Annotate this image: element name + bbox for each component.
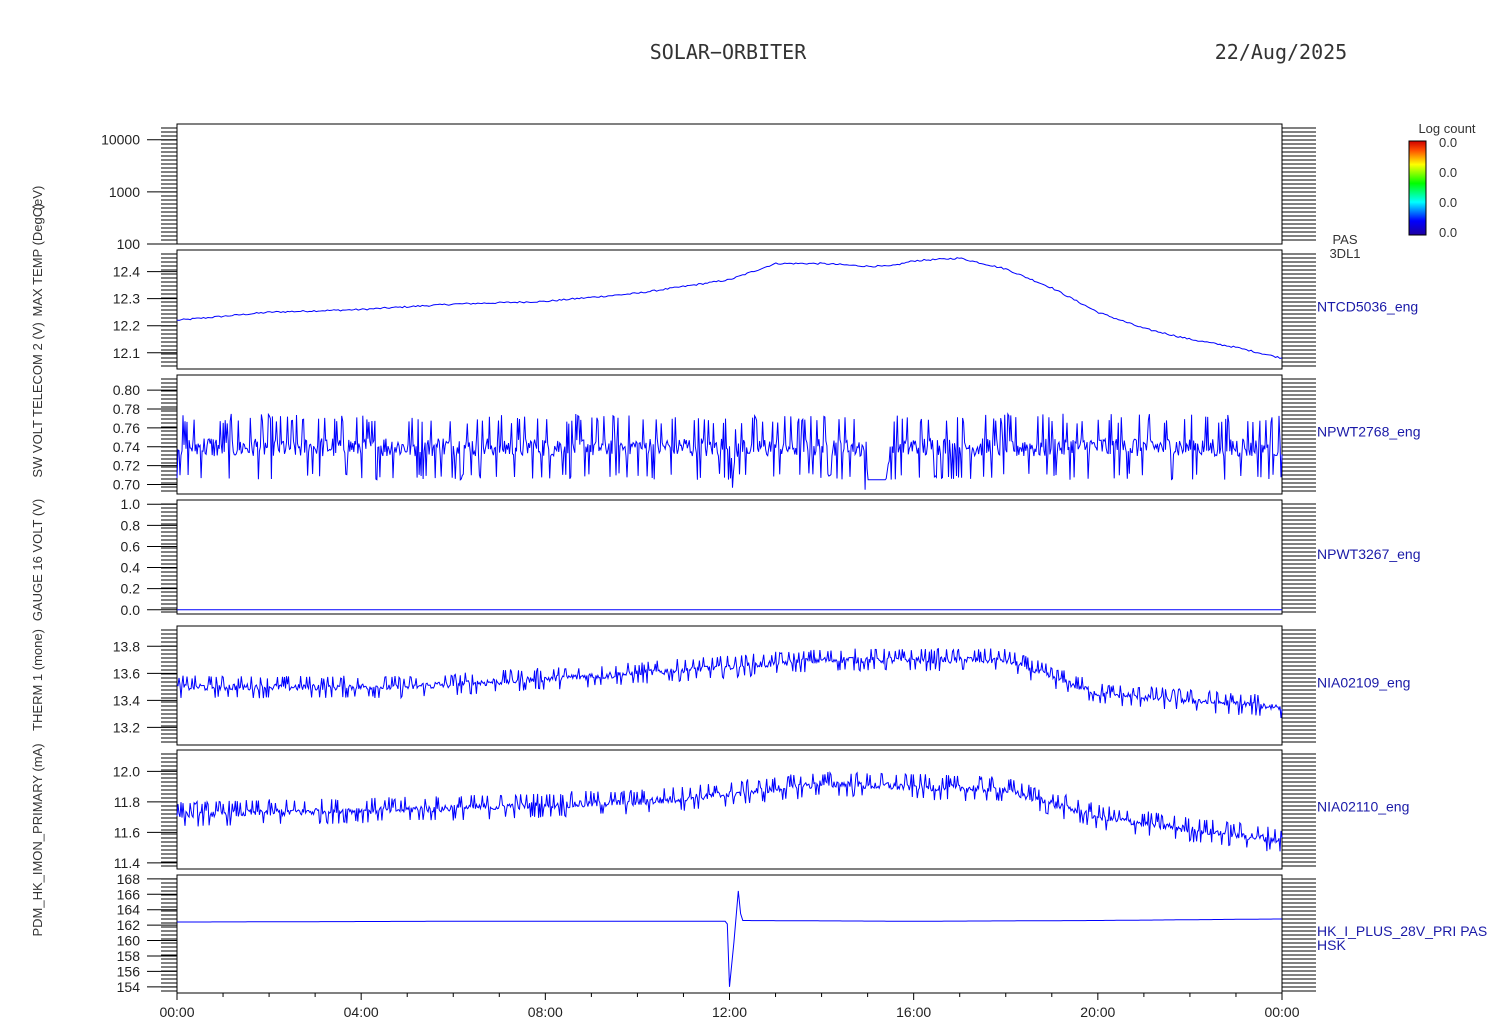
colorbar-title: Log count [1418,121,1475,136]
colorbar-tick: 0.0 [1439,165,1457,180]
chart-canvas: SOLAR−ORBITER 22/Aug/2025 Log count 0.0 … [30,40,1488,1020]
x-tick-label: 08:00 [528,1004,563,1020]
colorbar-gradient [1408,140,1427,236]
panel-frame [176,499,1283,615]
panel-2: 0.80 0.78 0.76 0.74 0.72 0.70 NPWT2768_eng [113,374,1421,495]
colorbar-tick: 0.0 [1439,195,1457,210]
ylabel-temperature: MAX TEMP (DegC) [30,204,45,317]
panel-5: 12.0 11.8 11.6 11.4 NIA02110_eng [113,749,1409,871]
series-label: NPWT3267_eng [1317,546,1421,562]
ylabel-stack: (eV) MAX TEMP (DegC) SW VOLT TELECOM 2 (… [30,186,45,937]
series-label: NTCD5036_eng [1317,299,1418,315]
y-tick-label: 0.72 [113,458,140,474]
x-tick-label: 04:00 [344,1004,379,1020]
series-label: 3DL1 [1329,246,1360,261]
y-tick-label: 100 [117,236,141,252]
x-tick-label: 20:00 [1080,1004,1115,1020]
y-tick-label: 0.78 [113,401,140,417]
y-tick-label: 162 [117,917,141,933]
y-tick-label: 12.0 [113,763,140,779]
panel-stack: 10000 1000 100 PAS3DL1 12.4 12.3 12.2 12.1 NTCD5… [101,123,1488,995]
plot-date: 22/Aug/2025 [1215,40,1347,64]
y-tick-label: 11.6 [114,824,140,840]
y-tick-label: 158 [117,948,141,964]
y-tick-label: 11.4 [114,855,140,871]
colorbar-tick: 0.0 [1439,135,1457,150]
ylabel-thermistor: THERM 1 (mone) [30,629,45,731]
time-axis: 00:00 04:00 08:00 12:00 16:00 20:00 00:00 [159,993,1300,1020]
series-label: HSK [1317,937,1346,953]
y-tick-label: 0.4 [121,560,141,576]
series-trace [177,890,1282,987]
x-tick-label: 12:00 [712,1004,747,1020]
y-tick-label: 0.6 [121,538,141,554]
series-label: NPWT2768_eng [1317,424,1421,440]
y-tick-label: 12.1 [113,345,140,361]
y-tick-label: 13.6 [113,665,140,681]
y-tick-label: 13.2 [113,719,140,735]
series-label: NIA02110_eng [1317,799,1409,815]
ylabel-telecom-voltage: SW VOLT TELECOM 2 (V) [30,322,45,477]
series-trace [176,257,1283,359]
y-tick-label: 12.3 [113,291,140,307]
y-tick-label: 154 [117,979,141,995]
y-tick-label: 0.70 [113,477,140,493]
series-trace [176,647,1283,718]
y-tick-label: 0.2 [121,581,141,597]
x-tick-label: 00:00 [1264,1004,1299,1020]
y-tick-label: 0.74 [113,439,140,455]
panel-1: 12.4 12.3 12.2 12.1 NTCD5036_eng [113,249,1418,370]
y-tick-label: 13.4 [113,692,140,708]
panel-frame [176,374,1283,495]
y-tick-label: 1.0 [121,496,141,512]
y-tick-label: 156 [117,963,141,979]
series-trace [176,770,1283,852]
y-tick-label: 0.80 [113,382,140,398]
y-tick-label: 0.0 [121,602,141,618]
y-tick-label: 12.2 [113,318,140,334]
y-tick-label: 168 [117,871,141,887]
y-tick-label: 0.76 [113,420,140,436]
y-tick-label: 1000 [109,184,140,200]
ylabel-primary-current: PDM_HK_IMON_PRIMARY (mA) [30,743,45,936]
y-tick-label: 164 [117,902,141,918]
y-tick-label: 11.8 [114,794,140,810]
panel-4: 13.8 13.6 13.4 13.2 NIA02109_eng [113,625,1410,746]
y-tick-label: 13.8 [113,638,140,654]
series-label: PAS [1332,232,1357,247]
y-tick-label: 12.4 [113,264,140,280]
panel-frame [176,625,1283,746]
colorbar-tick: 0.0 [1439,225,1457,240]
y-tick-label: 166 [117,886,141,902]
y-tick-label: 0.8 [121,517,141,533]
panel-0: 10000 1000 100 PAS3DL1 [101,123,1361,261]
mission-title: SOLAR−ORBITER [650,40,807,64]
ylabel-gauge-voltage: GAUGE 16 VOLT (V) [30,499,45,621]
y-tick-label: 10000 [101,132,140,148]
series-label: NIA02109_eng [1317,675,1410,691]
colorbar: Log count 0.0 0.0 0.0 0.0 [1408,121,1476,240]
panel-6: 168166164162160158156154HK_I_PLUS_28V_PR… [117,871,1488,995]
series-trace [176,412,1283,490]
panel-3: 1.0 0.8 0.6 0.4 0.2 0.0 NPWT3267_eng [121,496,1421,618]
x-tick-label: 16:00 [896,1004,931,1020]
panel-frame [176,123,1283,245]
y-tick-label: 160 [117,933,141,949]
x-tick-label: 00:00 [159,1004,194,1020]
